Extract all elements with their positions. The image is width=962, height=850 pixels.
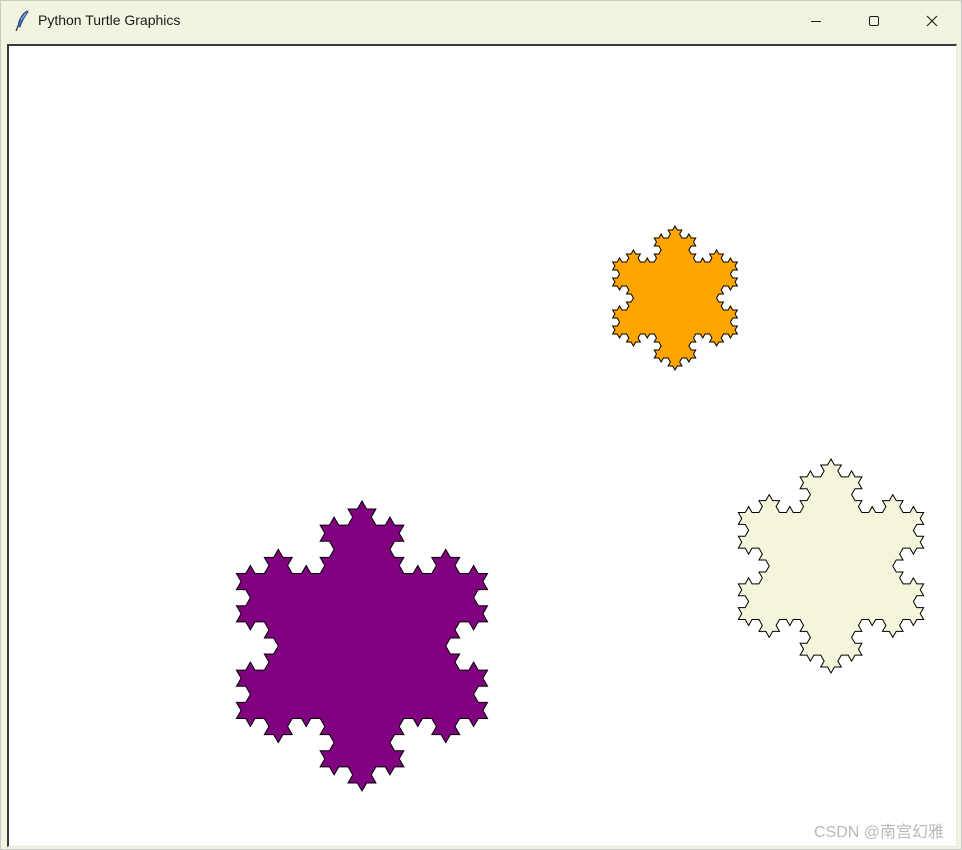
close-icon (926, 15, 938, 27)
feather-icon (15, 10, 31, 32)
koch-snowflake-purple (235, 499, 489, 793)
turtle-window: Python Turtle Graphics CSDN @南宫幻雅 (0, 0, 962, 850)
koch-snowflake-orange (611, 225, 739, 371)
koch-snowflake-beige (737, 458, 925, 674)
minimize-button[interactable] (787, 1, 845, 41)
window-title: Python Turtle Graphics (38, 12, 181, 28)
minimize-icon (810, 15, 822, 27)
turtle-canvas-area[interactable]: CSDN @南宫幻雅 (7, 44, 957, 847)
maximize-icon (868, 15, 880, 27)
maximize-button[interactable] (845, 1, 903, 41)
watermark-text: CSDN @南宫幻雅 (813, 824, 944, 841)
title-bar[interactable]: Python Turtle Graphics (1, 1, 961, 41)
close-button[interactable] (903, 1, 961, 41)
turtle-canvas (235, 225, 925, 793)
